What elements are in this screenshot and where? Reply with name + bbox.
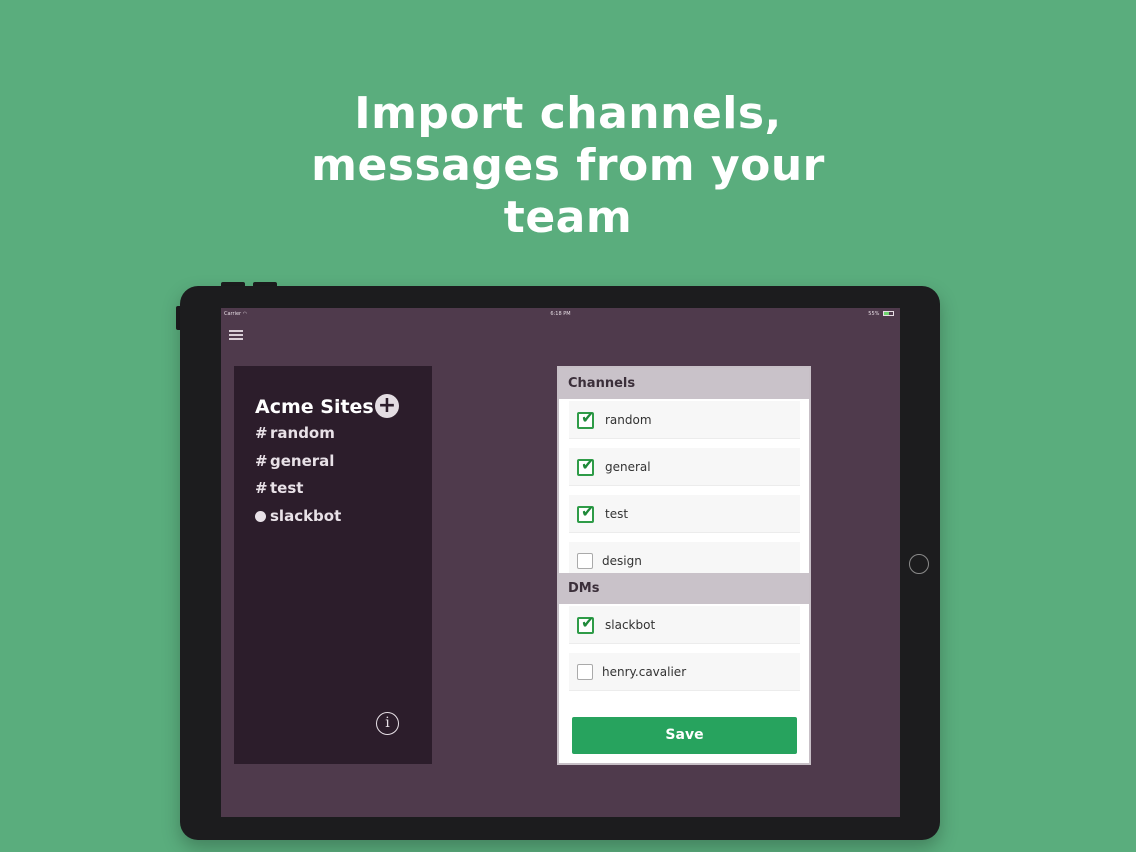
channel-label: random (605, 413, 652, 427)
headline-line-3: team (503, 192, 633, 243)
team-name: Acme Sites (255, 396, 374, 418)
dm-label: henry.cavalier (602, 665, 687, 679)
headline: Import channels, messages from your team (0, 88, 1136, 244)
sidebar-item-general[interactable]: # general (255, 450, 341, 478)
dms-header: DMs (559, 573, 809, 604)
checkbox-checked[interactable]: ✔ (577, 613, 595, 634)
hash-icon: # (255, 479, 268, 497)
checkmark-icon: ✔ (581, 613, 595, 632)
channel-row-random[interactable]: ✔ random (569, 401, 800, 439)
headline-line-2: messages from your (311, 140, 825, 191)
checkmark-icon: ✔ (581, 502, 595, 521)
battery-percent: 55% (868, 311, 880, 317)
battery-icon (883, 311, 894, 316)
status-bar: Carrier ◠ 6:18 PM 55% (221, 308, 900, 320)
sidebar-item-slackbot[interactable]: slackbot (255, 505, 341, 533)
hash-icon: # (255, 424, 268, 442)
sidebar-item-label: test (270, 479, 304, 497)
channel-row-general[interactable]: ✔ general (569, 448, 800, 486)
sidebar-list: # random # general # test slackbot (255, 422, 341, 532)
sidebar-item-random[interactable]: # random (255, 422, 341, 450)
sidebar-item-test[interactable]: # test (255, 477, 341, 505)
sidebar-item-label: general (270, 451, 335, 470)
checkmark-icon: ✔ (581, 408, 595, 427)
checkbox-checked[interactable]: ✔ (577, 408, 595, 429)
channels-header: Channels (559, 368, 809, 399)
save-button[interactable]: Save (572, 717, 797, 754)
channel-label: general (605, 460, 651, 474)
menu-icon[interactable] (229, 330, 243, 340)
channel-row-test[interactable]: ✔ test (569, 495, 800, 533)
checkbox-checked[interactable]: ✔ (577, 502, 595, 523)
presence-dot-icon (255, 510, 266, 522)
add-team-button[interactable]: + (375, 394, 399, 418)
battery-fill (884, 312, 889, 315)
battery-status: 55% (868, 311, 894, 317)
dm-row-slackbot[interactable]: ✔ slackbot (569, 606, 800, 644)
sidebar: Acme Sites + # random # general # test slac… (234, 366, 432, 764)
dm-label: slackbot (605, 618, 656, 632)
headline-line-1: Import channels, (354, 88, 782, 139)
dm-row-henry-cavalier[interactable]: henry.cavalier (569, 653, 800, 691)
home-button (909, 554, 929, 574)
status-time: 6:18 PM (550, 311, 571, 317)
info-icon[interactable]: i (376, 712, 399, 735)
sidebar-item-label: random (270, 424, 335, 442)
sidebar-item-label: slackbot (270, 506, 342, 525)
tablet-screen: Carrier ◠ 6:18 PM 55% Acme Sites + # rand… (221, 308, 900, 817)
hash-icon: # (255, 451, 268, 470)
checkbox-unchecked[interactable] (577, 553, 593, 569)
checkbox-unchecked[interactable] (577, 664, 593, 680)
checkbox-checked[interactable]: ✔ (577, 455, 595, 476)
import-panel: Channels ✔ random ✔ general ✔ test desig… (557, 366, 811, 765)
checkmark-icon: ✔ (581, 455, 595, 474)
channel-label: test (605, 507, 629, 521)
